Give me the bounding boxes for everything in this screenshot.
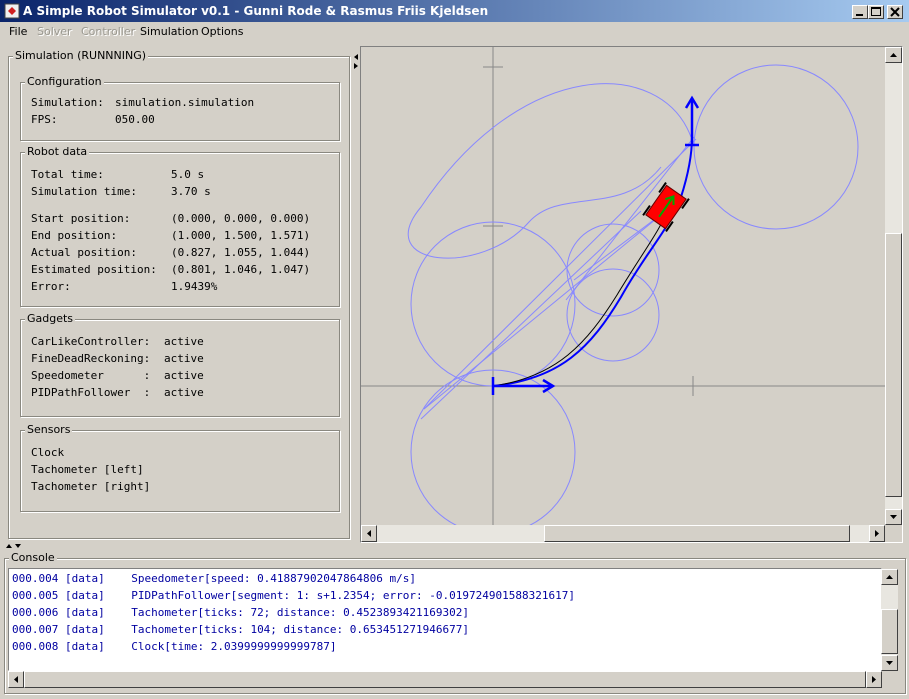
robot-data-value: (1.000, 1.500, 1.571) [171, 229, 311, 242]
menu-file[interactable]: File [9, 25, 27, 38]
scroll-thumb[interactable] [885, 233, 902, 497]
robot-data-value: (0.827, 1.055, 1.044) [171, 246, 311, 259]
robot-data-label: Actual position: [31, 246, 137, 259]
robot-data-label: Start position: [31, 212, 131, 225]
gadget-status: active [164, 369, 204, 382]
sensor-item: Tachometer [left] [31, 463, 144, 476]
configuration-group: Configuration Simulation: simulation.sim… [20, 75, 340, 141]
title-bar[interactable]: A Simple Robot Simulator v0.1 - Gunni Ro… [0, 0, 909, 22]
robot-data-group: Robot data Total time: 5.0 s Simulation … [20, 145, 340, 307]
configuration-title: Configuration [25, 75, 104, 88]
console-horizontal-scrollbar[interactable] [8, 671, 882, 688]
robot-data-label: End position: [31, 229, 118, 242]
config-value: 050.00 [115, 113, 155, 126]
simulation-panel-title: Simulation (RUNNNING) [13, 49, 149, 62]
robot-data-value: (0.801, 1.046, 1.047) [171, 263, 311, 276]
console-line: 000.007 [data] Tachometer[ticks: 104; di… [12, 623, 469, 636]
config-label: Simulation: [31, 96, 104, 109]
sensor-item: Tachometer [right] [31, 480, 151, 493]
gadgets-title: Gadgets [25, 312, 76, 325]
scroll-left-icon[interactable] [361, 525, 377, 542]
splitter-arrows-icon[interactable] [353, 54, 359, 70]
gadget-status: active [164, 352, 204, 365]
scroll-thumb[interactable] [544, 525, 850, 542]
robot-data-value: (0.000, 0.000, 0.000) [171, 212, 311, 225]
menu-solver[interactable]: Solver [37, 25, 72, 38]
console-line: 000.005 [data] PIDPathFollower[segment: … [12, 589, 575, 602]
app-icon [4, 3, 20, 19]
console-line: 000.008 [data] Clock[time: 2.03999999999… [12, 640, 337, 653]
canvas-vertical-scrollbar[interactable] [885, 47, 902, 525]
console-line: 000.004 [data] Speedometer[speed: 0.4188… [12, 572, 417, 585]
menu-simulation[interactable]: Simulation [140, 25, 199, 38]
console-vertical-scrollbar[interactable] [881, 569, 898, 671]
vertical-splitter[interactable] [352, 48, 359, 542]
robot-data-label: Error: [31, 280, 71, 293]
robot-data-label: Estimated position: [31, 263, 157, 276]
menu-options[interactable]: Options [201, 25, 243, 38]
robot-data-title: Robot data [25, 145, 90, 158]
canvas-horizontal-scrollbar[interactable] [361, 525, 885, 542]
splitter-arrows-icon[interactable] [6, 543, 22, 549]
maximize-icon[interactable] [868, 5, 884, 19]
console-line: 000.006 [data] Tachometer[ticks: 72; dis… [12, 606, 469, 619]
gadgets-group: Gadgets CarLikeController: active FineDe… [20, 312, 340, 417]
robot-data-value: 3.70 s [171, 185, 211, 198]
scroll-down-icon[interactable] [885, 509, 902, 525]
robot-data-label: Simulation time: [31, 185, 137, 198]
gadget-label: FineDeadReckoning: [31, 352, 151, 365]
scroll-right-icon[interactable] [866, 671, 882, 688]
simulation-panel: Simulation (RUNNNING) Configuration Simu… [8, 49, 350, 539]
scroll-up-icon[interactable] [881, 569, 898, 585]
robot-data-value: 1.9439% [171, 280, 218, 293]
robot-data-label: Total time: [31, 168, 104, 181]
gadget-label: PIDPathFollower : [31, 386, 151, 399]
scroll-up-icon[interactable] [885, 47, 902, 63]
sensors-group: Sensors Clock Tachometer [left] Tachomet… [20, 423, 340, 512]
gadget-status: active [164, 335, 204, 348]
minimize-icon[interactable] [852, 5, 868, 19]
scroll-down-icon[interactable] [881, 655, 898, 671]
gadget-status: active [164, 386, 204, 399]
scroll-thumb[interactable] [24, 671, 866, 688]
menu-bar: File Solver Controller Simulation Option… [0, 22, 909, 42]
console-output[interactable]: 000.004 [data] Speedometer[speed: 0.4188… [8, 568, 882, 671]
gadget-label: Speedometer : [31, 369, 151, 382]
window-title: A Simple Robot Simulator v0.1 - Gunni Ro… [23, 4, 489, 18]
menu-controller[interactable]: Controller [81, 25, 135, 38]
horizontal-splitter[interactable] [0, 543, 909, 550]
config-label: FPS: [31, 113, 58, 126]
sensor-item: Clock [31, 446, 65, 459]
robot-data-value: 5.0 s [171, 168, 205, 181]
scroll-right-icon[interactable] [869, 525, 885, 542]
scroll-thumb[interactable] [881, 609, 898, 654]
scroll-left-icon[interactable] [8, 671, 24, 688]
config-value: simulation.simulation [115, 96, 255, 109]
console-title: Console [9, 551, 57, 564]
simulation-canvas[interactable] [361, 47, 885, 525]
close-icon[interactable] [887, 5, 903, 19]
sensors-title: Sensors [25, 423, 73, 436]
gadget-label: CarLikeController: [31, 335, 151, 348]
